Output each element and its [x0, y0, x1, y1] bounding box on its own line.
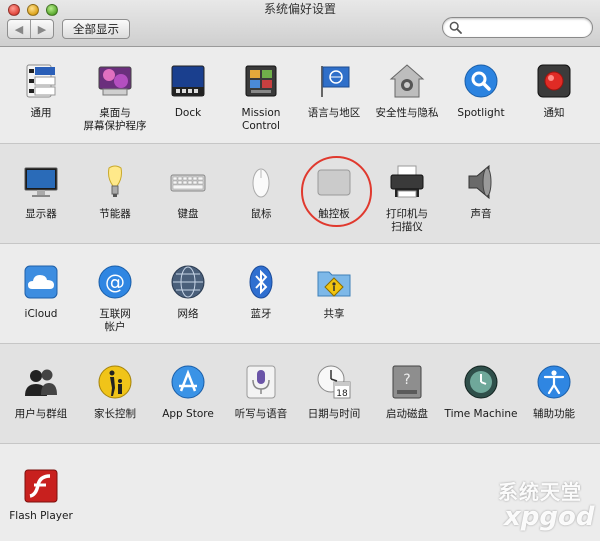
pref-label: Flash Player	[9, 510, 73, 522]
parental-icon	[98, 365, 132, 399]
pref-language-region[interactable]: 语言与地区	[297, 63, 371, 143]
printer-icon	[390, 165, 424, 198]
bluetooth-icon	[249, 265, 273, 299]
navigation-buttons: ◀ ▶	[7, 19, 54, 39]
pref-general[interactable]: 通用	[4, 63, 78, 143]
users-icon	[25, 369, 57, 396]
system-preferences-window: 系统偏好设置 ◀ ▶ 全部显示 通用 桌面与 屏幕保护程序 Dock Missi…	[0, 0, 600, 541]
watermark: 系统天堂 xpgod	[458, 476, 598, 540]
pref-displays[interactable]: 显示器	[4, 164, 78, 242]
pref-label: 共享	[323, 308, 345, 320]
pref-sound[interactable]: 声音	[444, 164, 518, 242]
time-machine-icon	[464, 365, 498, 399]
pref-mission-control[interactable]: Mission Control	[224, 63, 298, 143]
show-all-button[interactable]: 全部显示	[62, 19, 130, 39]
language-flag-icon	[321, 66, 350, 97]
section-hardware: 显示器 节能器 键盘 鼠标 触控板 打印机与 扫描仪 声音	[0, 144, 600, 244]
cloud-icon	[24, 265, 58, 299]
svg-text:?: ?	[403, 372, 410, 388]
section-personal: 通用 桌面与 屏幕保护程序 Dock Mission Control 语言与地区…	[0, 47, 600, 144]
section-internet: iCloud @ 互联网 帐户 网络 蓝牙 共享	[0, 244, 600, 344]
pref-accessibility[interactable]: 辅助功能	[517, 364, 591, 442]
disk-icon: ?	[392, 365, 422, 399]
calendar-day: 18	[336, 389, 348, 399]
back-button[interactable]: ◀	[8, 20, 30, 38]
pref-bluetooth[interactable]: 蓝牙	[224, 264, 298, 342]
search-input[interactable]	[465, 20, 585, 35]
app-store-icon	[171, 365, 205, 399]
house-lock-icon	[389, 64, 425, 98]
pref-network[interactable]: 网络	[151, 264, 225, 342]
at-icon: @	[98, 265, 132, 299]
mission-control-icon	[245, 65, 277, 97]
pref-spotlight[interactable]: Spotlight	[444, 63, 518, 143]
pref-mouse[interactable]: 鼠标	[224, 164, 298, 242]
pref-users-groups[interactable]: 用户与群组	[4, 364, 78, 442]
pref-internet-accounts[interactable]: @ 互联网 帐户	[78, 264, 152, 342]
pref-label: 声音	[470, 208, 492, 220]
pref-date-time[interactable]: 18 日期与时间	[297, 364, 371, 442]
bulb-icon	[108, 165, 122, 197]
keyboard-icon	[170, 174, 206, 192]
speaker-icon	[468, 164, 492, 200]
display-icon	[24, 167, 58, 197]
pref-flash-player[interactable]: Flash Player	[4, 468, 78, 528]
pref-parental-controls[interactable]: 家长控制	[78, 364, 152, 442]
pref-dock[interactable]: Dock	[151, 63, 225, 143]
notifications-icon	[537, 64, 571, 98]
mouse-icon	[252, 168, 270, 198]
pref-security-privacy[interactable]: 安全性与隐私	[370, 63, 444, 143]
pref-app-store[interactable]: App Store	[151, 364, 225, 442]
svg-text:@: @	[105, 270, 125, 294]
watermark-line2: xpgod	[504, 502, 595, 532]
pref-sharing[interactable]: 共享	[297, 264, 371, 342]
search-field[interactable]	[442, 17, 593, 38]
pref-notifications[interactable]: 通知	[517, 63, 591, 143]
watermark-line1: 系统天堂	[498, 480, 582, 504]
window-title: 系统偏好设置	[263, 2, 336, 16]
pref-desktop-screensaver[interactable]: 桌面与 屏幕保护程序	[78, 63, 152, 143]
pref-dictation-speech[interactable]: 听写与语音	[224, 364, 298, 442]
microphone-icon	[246, 365, 276, 399]
flash-icon	[24, 469, 58, 503]
pref-keyboard[interactable]: 键盘	[151, 164, 225, 242]
pref-printers-scanners[interactable]: 打印机与 扫描仪	[370, 164, 444, 242]
shared-folder-icon	[317, 271, 351, 297]
pref-label: 通知	[543, 107, 565, 119]
section-system: 用户与群组 家长控制 App Store 听写与语音 18 日期与时间 ? 启动…	[0, 344, 600, 444]
dock-icon	[171, 65, 205, 97]
pref-time-machine[interactable]: Time Machine	[444, 364, 518, 442]
pref-icloud[interactable]: iCloud	[4, 264, 78, 342]
magnifier-icon	[464, 64, 498, 98]
clock-calendar-icon: 18	[317, 365, 351, 399]
highlight-circle	[301, 156, 372, 227]
accessibility-icon	[537, 365, 571, 399]
pref-energy-saver[interactable]: 节能器	[78, 164, 152, 242]
globe-icon	[171, 265, 205, 299]
desktop-icon	[98, 66, 132, 96]
forward-button[interactable]: ▶	[30, 20, 53, 38]
toolbar: 系统偏好设置 ◀ ▶ 全部显示	[0, 0, 600, 47]
file-settings-icon	[26, 64, 56, 98]
search-icon	[449, 21, 462, 34]
pref-label: 辅助功能	[533, 408, 575, 420]
pref-startup-disk[interactable]: ? 启动磁盘	[370, 364, 444, 442]
